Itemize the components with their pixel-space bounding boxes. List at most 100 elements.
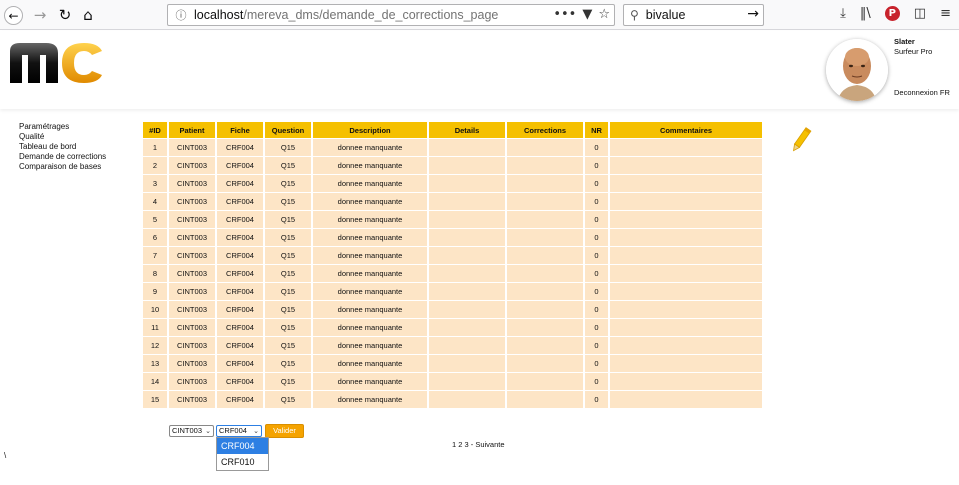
cell-corrections	[507, 391, 583, 409]
pagination[interactable]: 1 2 3 - Suivante	[452, 440, 505, 449]
table-header-row: #ID Patient Fiche Question Description D…	[143, 122, 762, 139]
cell-description: donnee manquante	[313, 337, 427, 355]
column-header-patient[interactable]: Patient	[169, 122, 215, 139]
cell-details	[429, 337, 505, 355]
patient-select[interactable]: CINT003 ⌄	[169, 425, 214, 437]
sidebar-item-comparaison-de-bases[interactable]: Comparaison de bases	[19, 162, 106, 172]
cell-details	[429, 283, 505, 301]
cell-patient: CINT003	[169, 355, 215, 373]
pencil-edit-icon[interactable]	[790, 125, 812, 155]
table-row[interactable]: 4 CINT003 CRF004 Q15 donnee manquante 0	[143, 193, 762, 211]
sidebar-item-parametrages[interactable]: Paramétrages	[19, 122, 106, 132]
download-icon[interactable]: ⤓	[840, 6, 846, 21]
cell-id: 4	[143, 193, 167, 211]
search-input[interactable]: bivalue	[646, 8, 686, 22]
cell-fiche: CRF004	[217, 355, 263, 373]
table-row[interactable]: 5 CINT003 CRF004 Q15 donnee manquante 0	[143, 211, 762, 229]
search-bar[interactable]: ⚲ bivalue →	[623, 4, 764, 26]
forward-arrow-icon[interactable]: →	[30, 5, 50, 25]
back-arrow-icon[interactable]: ←	[4, 6, 23, 25]
table-row[interactable]: 7 CINT003 CRF004 Q15 donnee manquante 0	[143, 247, 762, 265]
cell-details	[429, 193, 505, 211]
fiche-option-crf004[interactable]: CRF004	[217, 438, 268, 454]
table-row[interactable]: 10 CINT003 CRF004 Q15 donnee manquante 0	[143, 301, 762, 319]
table-row[interactable]: 9 CINT003 CRF004 Q15 donnee manquante 0	[143, 283, 762, 301]
cell-description: donnee manquante	[313, 391, 427, 409]
cell-details	[429, 139, 505, 157]
fiche-select[interactable]: CRF004 ⌄	[216, 425, 262, 437]
home-icon[interactable]: ⌂	[78, 5, 98, 25]
cell-description: donnee manquante	[313, 175, 427, 193]
user-role: Surfeur Pro	[894, 47, 933, 56]
cell-id: 13	[143, 355, 167, 373]
column-header-question[interactable]: Question	[265, 122, 311, 139]
cell-description: donnee manquante	[313, 247, 427, 265]
bookmark-star-icon[interactable]: ☆	[598, 7, 610, 22]
cell-details	[429, 355, 505, 373]
cell-commentaires	[610, 193, 762, 211]
column-header-fiche[interactable]: Fiche	[217, 122, 263, 139]
cell-id: 1	[143, 139, 167, 157]
column-header-commentaires[interactable]: Commentaires	[610, 122, 762, 139]
cell-fiche: CRF004	[217, 319, 263, 337]
table-row[interactable]: 6 CINT003 CRF004 Q15 donnee manquante 0	[143, 229, 762, 247]
cell-description: donnee manquante	[313, 139, 427, 157]
cell-fiche: CRF004	[217, 175, 263, 193]
cell-patient: CINT003	[169, 139, 215, 157]
cell-patient: CINT003	[169, 265, 215, 283]
cell-commentaires	[610, 211, 762, 229]
validate-button[interactable]: Valider	[265, 424, 304, 438]
go-arrow-icon[interactable]: →	[747, 6, 759, 22]
table-row[interactable]: 15 CINT003 CRF004 Q15 donnee manquante 0	[143, 391, 762, 409]
cell-fiche: CRF004	[217, 193, 263, 211]
cell-commentaires	[610, 301, 762, 319]
cell-nr: 0	[585, 283, 608, 301]
cell-nr: 0	[585, 175, 608, 193]
avatar[interactable]	[826, 39, 888, 101]
cell-corrections	[507, 211, 583, 229]
table-row[interactable]: 14 CINT003 CRF004 Q15 donnee manquante 0	[143, 373, 762, 391]
table-row[interactable]: 1 CINT003 CRF004 Q15 donnee manquante 0	[143, 139, 762, 157]
cell-commentaires	[610, 355, 762, 373]
url-bar[interactable]: ⓘ localhost/mereva_dms/demande_de_correc…	[167, 4, 615, 26]
table-row[interactable]: 13 CINT003 CRF004 Q15 donnee manquante 0	[143, 355, 762, 373]
library-icon[interactable]: ‖\	[860, 6, 871, 21]
column-header-description[interactable]: Description	[313, 122, 427, 139]
sidebar-item-demande-de-corrections[interactable]: Demande de corrections	[19, 152, 106, 162]
cell-question: Q15	[265, 355, 311, 373]
sidebar-item-qualite[interactable]: Qualité	[19, 132, 106, 142]
menu-icon[interactable]: ≡	[940, 6, 951, 21]
pinterest-icon[interactable]: P	[884, 6, 900, 21]
corrections-table: #ID Patient Fiche Question Description D…	[141, 122, 764, 409]
cell-details	[429, 265, 505, 283]
cell-corrections	[507, 175, 583, 193]
more-dots-icon[interactable]: •••	[553, 7, 576, 22]
column-header-details[interactable]: Details	[429, 122, 505, 139]
cell-corrections	[507, 355, 583, 373]
column-header-id[interactable]: #ID	[143, 122, 167, 139]
table-row[interactable]: 8 CINT003 CRF004 Q15 donnee manquante 0	[143, 265, 762, 283]
cell-fiche: CRF004	[217, 157, 263, 175]
sidebar-icon[interactable]: ◫	[914, 6, 926, 21]
sidebar-item-tableau-de-bord[interactable]: Tableau de bord	[19, 142, 106, 152]
url-path: /mereva_dms/demande_de_corrections_page	[243, 8, 499, 22]
table-row[interactable]: 12 CINT003 CRF004 Q15 donnee manquante 0	[143, 337, 762, 355]
app-logo[interactable]	[6, 37, 106, 87]
cell-fiche: CRF004	[217, 337, 263, 355]
cell-details	[429, 211, 505, 229]
pocket-icon[interactable]: ▼	[582, 7, 592, 22]
cell-description: donnee manquante	[313, 229, 427, 247]
table-row[interactable]: 11 CINT003 CRF004 Q15 donnee manquante 0	[143, 319, 762, 337]
column-header-nr[interactable]: NR	[585, 122, 608, 139]
cell-patient: CINT003	[169, 193, 215, 211]
info-icon[interactable]: ⓘ	[173, 7, 189, 23]
cell-question: Q15	[265, 319, 311, 337]
cell-id: 6	[143, 229, 167, 247]
reload-icon[interactable]: ↻	[55, 5, 75, 25]
logout-link[interactable]: Deconnexion FR	[894, 88, 950, 97]
table-row[interactable]: 3 CINT003 CRF004 Q15 donnee manquante 0	[143, 175, 762, 193]
column-header-corrections[interactable]: Corrections	[507, 122, 583, 139]
table-row[interactable]: 2 CINT003 CRF004 Q15 donnee manquante 0	[143, 157, 762, 175]
cell-id: 7	[143, 247, 167, 265]
fiche-option-crf010[interactable]: CRF010	[217, 454, 268, 470]
